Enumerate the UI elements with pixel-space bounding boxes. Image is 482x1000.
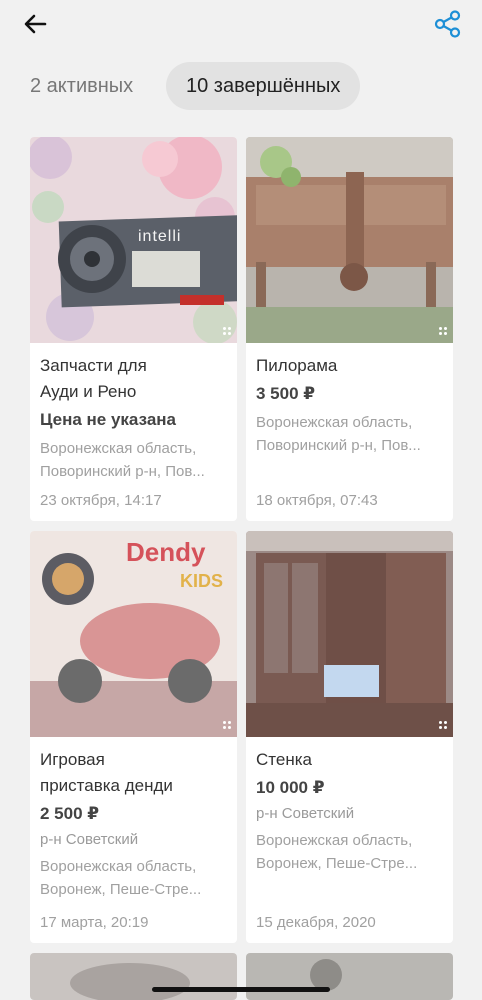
listing-title: Пилорама <box>256 356 338 375</box>
listing-photo: Dendy KIDS <box>30 531 237 737</box>
listing-card[interactable] <box>30 953 237 1000</box>
listing-photo <box>246 531 453 737</box>
listing-date: 15 декабря, 2020 <box>256 914 376 931</box>
home-indicator[interactable] <box>152 987 330 992</box>
listing-price: 10 000 ₽ <box>256 778 325 797</box>
share-icon <box>434 10 461 38</box>
listing-title: Игровая приставка денди <box>40 750 173 795</box>
listing-price: 3 500 ₽ <box>256 384 316 403</box>
listing-district: р-н Советский <box>256 805 355 822</box>
listing-card[interactable]: intelli Запчасти для Ауди и Рено Цена не… <box>30 137 237 521</box>
more-photos-icon <box>223 327 233 337</box>
listing-district: р-н Советский <box>40 831 139 848</box>
listing-title: Стенка <box>256 750 312 769</box>
tab-finished-listings[interactable]: 10 завершённых <box>166 62 361 110</box>
more-photos-icon <box>439 327 449 337</box>
listing-card[interactable] <box>246 953 453 1000</box>
more-photos-icon <box>439 721 449 731</box>
top-bar <box>0 0 482 52</box>
more-photos-icon <box>223 721 233 731</box>
back-button[interactable] <box>20 10 50 40</box>
listing-card[interactable]: Dendy KIDS Игровая приставка денди 2 500… <box>30 531 237 943</box>
listing-card[interactable]: Стенка 10 000 ₽ р-н Советский Воронежска… <box>246 531 453 943</box>
listing-photo <box>30 953 237 1000</box>
share-button[interactable] <box>432 8 464 40</box>
tab-active-listings[interactable]: 2 активных <box>14 62 149 110</box>
listing-location: Воронежская область, Воронеж, Пеше-Стре.… <box>40 858 202 898</box>
listing-date: 23 октября, 14:17 <box>40 492 162 509</box>
listing-title: Запчасти для Ауди и Рено <box>40 356 147 401</box>
listing-date: 18 октября, 07:43 <box>256 492 378 509</box>
status-tabs: 2 активных 10 завершённых <box>0 62 482 110</box>
photo-brand-text: intelli <box>138 228 181 245</box>
listing-photo <box>246 953 453 1000</box>
photo-brand-text: Dendy <box>126 537 206 567</box>
listing-price: Цена не указана <box>40 410 176 429</box>
listing-date: 17 марта, 20:19 <box>40 914 149 931</box>
arrow-left-icon <box>24 14 47 34</box>
photo-brand-subtext: KIDS <box>180 571 223 591</box>
listing-photo: intelli <box>30 137 237 343</box>
listing-location: Воронежская область, Поворинский р-н, По… <box>40 440 205 480</box>
listing-card[interactable]: Пилорама 3 500 ₽ Воронежская область, По… <box>246 137 453 521</box>
listing-photo <box>246 137 453 343</box>
listing-location: Воронежская область, Воронеж, Пеше-Стре.… <box>256 832 418 872</box>
listing-location: Воронежская область, Поворинский р-н, По… <box>256 414 421 454</box>
listing-price: 2 500 ₽ <box>40 804 100 823</box>
